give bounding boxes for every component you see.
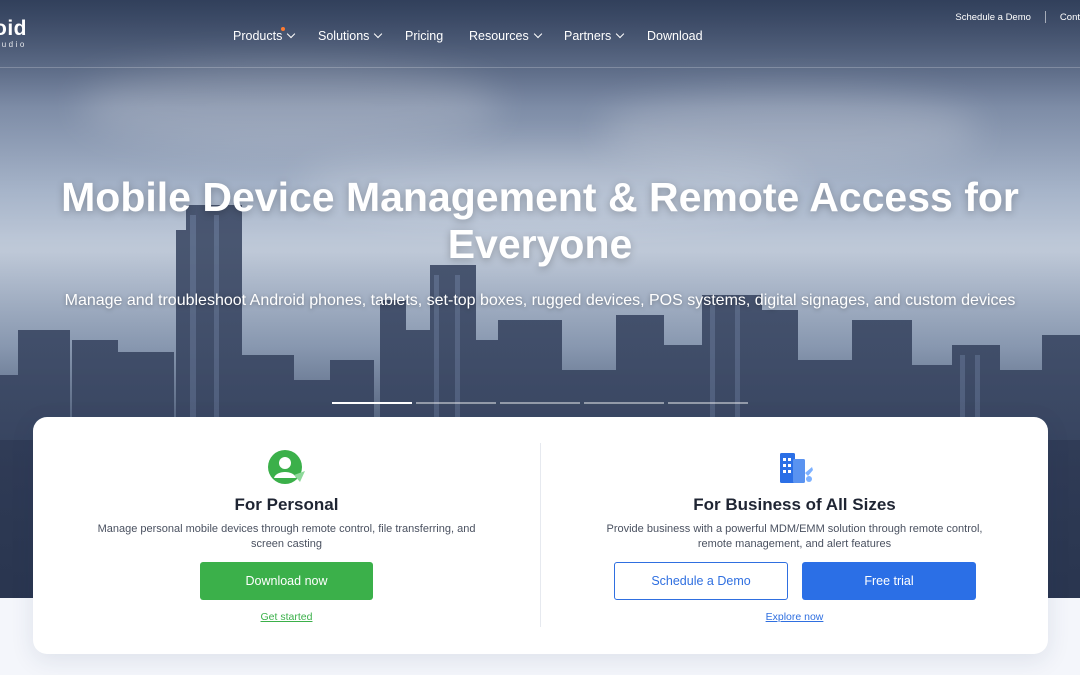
hero-subheadline: Manage and troubleshoot Android phones, … [64, 292, 1016, 309]
get-started-link[interactable]: Get started [33, 611, 540, 623]
nav-label: Partners [564, 29, 612, 43]
personal-description: Manage personal mobile devices through r… [97, 523, 476, 550]
person-icon [267, 450, 305, 484]
carousel-dot[interactable] [332, 402, 412, 404]
free-trial-button[interactable]: Free trial [802, 562, 976, 600]
explore-now-link[interactable]: Explore now [541, 611, 1048, 623]
personal-panel: For Personal Manage personal mobile devi… [33, 417, 540, 654]
nav-label: Resources [469, 29, 529, 43]
top-utility-links: Schedule a Demo Cont [955, 11, 1080, 23]
business-title: For Business of All Sizes [693, 495, 896, 514]
nav-item-resources[interactable]: Resources [469, 29, 542, 43]
divider [1044, 11, 1046, 23]
nav-item-pricing[interactable]: Pricing [405, 29, 443, 43]
nav-label: Products [233, 29, 283, 43]
carousel-dot[interactable] [668, 402, 748, 404]
carousel-dot[interactable] [500, 402, 580, 404]
business-building-icon [779, 453, 813, 483]
new-indicator-dot [281, 27, 286, 31]
download-now-button[interactable]: Download now [200, 562, 373, 600]
hero-headline: Mobile Device Management & Remote Access… [61, 174, 1019, 267]
nav-item-partners[interactable]: Partners [564, 29, 625, 43]
business-description: Provide business with a powerful MDM/EMM… [606, 523, 983, 550]
schedule-demo-link[interactable]: Schedule a Demo [955, 12, 1031, 23]
carousel-dot[interactable] [584, 402, 664, 404]
business-panel: For Business of All Sizes Provide busine… [541, 417, 1048, 654]
personal-title: For Personal [234, 495, 339, 514]
nav-label: Pricing [405, 29, 444, 43]
nav-divider [0, 67, 1080, 68]
nav-item-download[interactable]: Download [647, 29, 703, 43]
nav-item-products[interactable]: Products [233, 27, 296, 43]
audience-selector-card: For Personal Manage personal mobile devi… [33, 417, 1048, 654]
chevron-down-icon [287, 29, 296, 39]
chevron-down-icon [533, 29, 542, 39]
nav-label: Solutions [318, 29, 370, 43]
contact-link[interactable]: Cont [1060, 12, 1080, 23]
chevron-down-icon [616, 29, 625, 39]
nav-item-solutions[interactable]: Solutions [318, 29, 383, 43]
chevron-down-icon [374, 29, 383, 39]
nav-label: Download [647, 29, 703, 43]
carousel-indicators [332, 402, 748, 404]
schedule-demo-button[interactable]: Schedule a Demo [614, 562, 788, 600]
carousel-dot[interactable] [416, 402, 496, 404]
main-nav: Products Solutions Pricing Resources Par… [0, 27, 1080, 47]
